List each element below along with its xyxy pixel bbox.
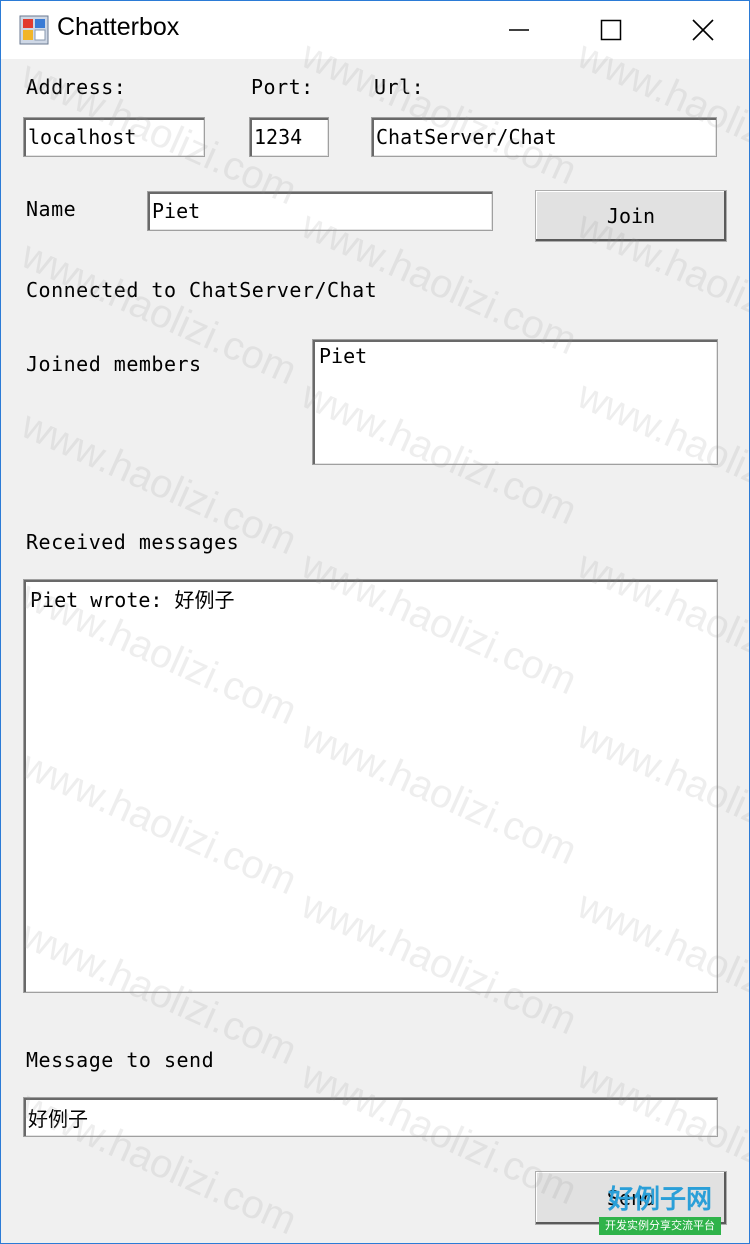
port-input[interactable] — [249, 117, 329, 157]
name-input[interactable] — [147, 191, 493, 231]
minimize-icon — [509, 29, 529, 31]
maximize-icon — [600, 19, 622, 41]
close-icon — [692, 19, 714, 41]
port-label: Port: — [251, 75, 314, 99]
window-title: Chatterbox — [57, 13, 180, 41]
url-label: Url: — [374, 75, 425, 99]
name-label: Name — [26, 197, 77, 221]
url-input[interactable] — [371, 117, 717, 157]
site-logo: 好例子网 开发实例分享交流平台 — [597, 1185, 723, 1237]
connection-status: Connected to ChatServer/Chat — [26, 278, 378, 302]
message-input[interactable] — [23, 1097, 718, 1137]
message-item: Piet wrote: 好例子 — [30, 588, 235, 612]
logo-title: 好例子网 — [607, 1185, 712, 1215]
member-item[interactable]: Piet — [319, 344, 711, 368]
close-button[interactable] — [657, 1, 749, 59]
join-button[interactable]: Join — [535, 190, 727, 242]
maximize-button[interactable] — [565, 1, 657, 59]
winforms-app-icon — [19, 15, 49, 45]
received-messages-box[interactable]: Piet wrote: 好例子 — [23, 579, 718, 993]
address-label: Address: — [26, 75, 127, 99]
chatterbox-window: Chatterbox Address: Port: Url: Name Join… — [0, 0, 750, 1244]
members-label: Joined members — [26, 352, 202, 376]
address-input[interactable] — [23, 117, 205, 157]
compose-label: Message to send — [26, 1048, 215, 1072]
members-list[interactable]: Piet — [312, 339, 718, 465]
title-bar[interactable]: Chatterbox — [1, 1, 749, 59]
logo-subtitle: 开发实例分享交流平台 — [599, 1217, 721, 1235]
minimize-button[interactable] — [473, 1, 565, 59]
received-label: Received messages — [26, 530, 240, 554]
